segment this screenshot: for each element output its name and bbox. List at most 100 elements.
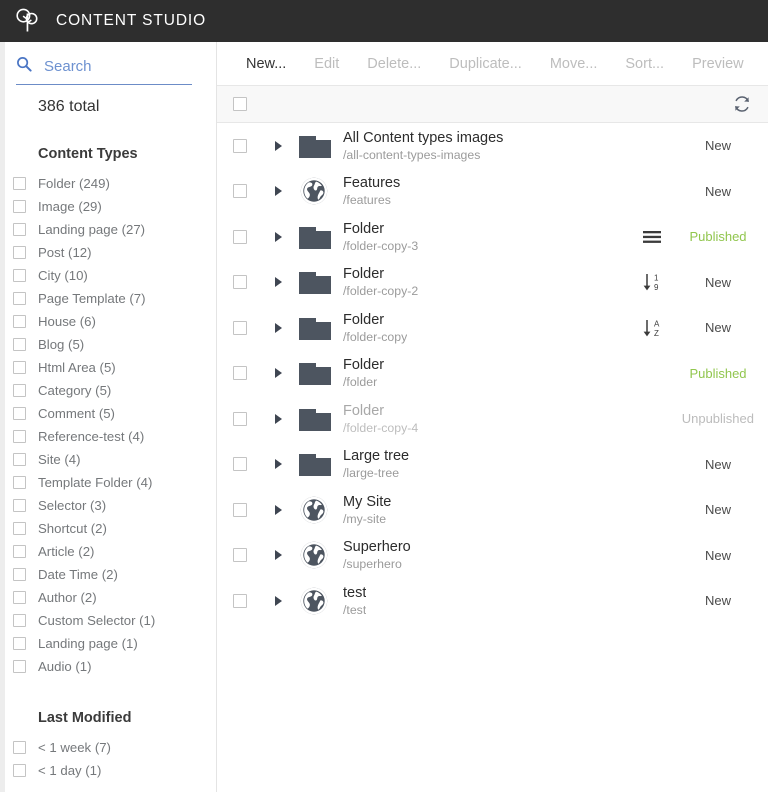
facet-checkbox[interactable] — [13, 430, 26, 443]
row-path: /all-content-types-images — [343, 147, 481, 162]
tree-logo-icon — [10, 4, 44, 38]
facet-checkbox[interactable] — [13, 200, 26, 213]
facet-checkbox[interactable] — [13, 741, 26, 754]
row-order-icon[interactable]: AZ — [642, 318, 664, 338]
row-checkbox[interactable] — [233, 366, 247, 381]
row-checkbox[interactable] — [233, 502, 247, 517]
content-type-filter-7[interactable]: Blog (5) — [0, 333, 216, 356]
content-row[interactable]: Folder/folder-copy-3 Published — [217, 214, 768, 260]
facet-checkbox[interactable] — [13, 315, 26, 328]
content-type-filter-2[interactable]: Landing page (27) — [0, 218, 216, 241]
row-checkbox[interactable] — [233, 457, 247, 472]
sidebar-scrollbar[interactable] — [0, 42, 5, 792]
content-type-filter-5[interactable]: Page Template (7) — [0, 287, 216, 310]
content-list: All Content types images/all-content-typ… — [217, 123, 768, 792]
facet-checkbox[interactable] — [13, 453, 26, 466]
expand-arrow-icon[interactable] — [275, 413, 282, 424]
content-type-filter-8[interactable]: Html Area (5) — [0, 356, 216, 379]
facet-checkbox[interactable] — [13, 764, 26, 777]
content-row[interactable]: Folder/folder Published — [217, 351, 768, 397]
content-row[interactable]: Folder/folder-copy-2 1 9 New — [217, 260, 768, 306]
facet-checkbox[interactable] — [13, 568, 26, 581]
content-type-filter-18[interactable]: Author (2) — [0, 586, 216, 609]
facet-label: Landing page (27) — [38, 222, 146, 237]
content-row[interactable]: Superhero/superhero New — [217, 533, 768, 579]
refresh-button[interactable] — [730, 92, 754, 116]
content-row[interactable]: test/test New — [217, 578, 768, 624]
facet-checkbox[interactable] — [13, 591, 26, 604]
select-all-checkbox[interactable] — [233, 97, 247, 111]
facet-checkbox[interactable] — [13, 338, 26, 351]
folder-icon — [299, 317, 331, 340]
content-type-filter-6[interactable]: House (6) — [0, 310, 216, 333]
row-checkbox[interactable] — [233, 320, 247, 335]
row-order-icon[interactable]: 19 — [642, 272, 664, 292]
expand-arrow-icon[interactable] — [275, 140, 282, 151]
expand-arrow-icon[interactable] — [275, 368, 282, 379]
facet-checkbox[interactable] — [13, 614, 26, 627]
row-path: /my-site — [343, 511, 387, 526]
content-type-filter-15[interactable]: Shortcut (2) — [0, 517, 216, 540]
content-row[interactable]: Large tree/large-tree New — [217, 442, 768, 488]
row-order-icon[interactable] — [642, 229, 664, 245]
content-row[interactable]: Features/features New — [217, 169, 768, 215]
facet-checkbox[interactable] — [13, 384, 26, 397]
content-type-filter-1[interactable]: Image (29) — [0, 195, 216, 218]
content-type-filter-3[interactable]: Post (12) — [0, 241, 216, 264]
row-checkbox[interactable] — [233, 138, 247, 153]
facet-checkbox[interactable] — [13, 246, 26, 259]
facet-checkbox[interactable] — [13, 269, 26, 282]
expand-arrow-icon[interactable] — [275, 322, 282, 333]
last-modified-filter-1[interactable]: < 1 day (1) — [0, 759, 216, 782]
content-type-filter-21[interactable]: Audio (1) — [0, 655, 216, 678]
search-input[interactable] — [44, 58, 174, 75]
facet-checkbox[interactable] — [13, 476, 26, 489]
facet-checkbox[interactable] — [13, 637, 26, 650]
content-type-filter-14[interactable]: Selector (3) — [0, 494, 216, 517]
facet-checkbox[interactable] — [13, 545, 26, 558]
facet-checkbox[interactable] — [13, 292, 26, 305]
facet-checkbox[interactable] — [13, 660, 26, 673]
content-row[interactable]: My Site/my-site New — [217, 487, 768, 533]
expand-arrow-icon[interactable] — [275, 459, 282, 470]
expand-arrow-icon[interactable] — [275, 504, 282, 515]
expand-arrow-icon[interactable] — [275, 277, 282, 288]
content-type-filter-0[interactable]: Folder (249) — [0, 172, 216, 195]
content-type-filter-19[interactable]: Custom Selector (1) — [0, 609, 216, 632]
facet-checkbox[interactable] — [13, 177, 26, 190]
row-checkbox[interactable] — [233, 548, 247, 563]
row-checkbox[interactable] — [233, 593, 247, 608]
content-type-filter-20[interactable]: Landing page (1) — [0, 632, 216, 655]
content-type-filter-12[interactable]: Site (4) — [0, 448, 216, 471]
facet-checkbox[interactable] — [13, 361, 26, 374]
content-row[interactable]: Folder/folder-copy-4 Unpublished — [217, 396, 768, 442]
content-type-filter-10[interactable]: Comment (5) — [0, 402, 216, 425]
search-bar[interactable] — [16, 56, 192, 85]
expand-arrow-icon[interactable] — [275, 550, 282, 561]
row-checkbox[interactable] — [233, 229, 247, 244]
content-row[interactable]: All Content types images/all-content-typ… — [217, 123, 768, 169]
content-type-filter-16[interactable]: Article (2) — [0, 540, 216, 563]
facet-label: Template Folder (4) — [38, 475, 153, 490]
content-row[interactable]: Folder/folder-copy A Z New — [217, 305, 768, 351]
facet-checkbox[interactable] — [13, 499, 26, 512]
row-checkbox[interactable] — [233, 275, 247, 290]
toolbar-button-new[interactable]: New... — [232, 56, 300, 72]
expand-arrow-icon[interactable] — [275, 186, 282, 197]
facet-checkbox[interactable] — [13, 522, 26, 535]
toolbar-button-preview: Preview — [678, 56, 758, 72]
content-type-filter-4[interactable]: City (10) — [0, 264, 216, 287]
expand-arrow-icon[interactable] — [275, 231, 282, 242]
facet-checkbox[interactable] — [13, 407, 26, 420]
toolbar-button-delete: Delete... — [353, 56, 435, 72]
content-type-filter-11[interactable]: Reference-test (4) — [0, 425, 216, 448]
row-checkbox[interactable] — [233, 184, 247, 199]
row-checkbox[interactable] — [233, 411, 247, 426]
content-type-filter-13[interactable]: Template Folder (4) — [0, 471, 216, 494]
expand-arrow-icon[interactable] — [275, 595, 282, 606]
facet-checkbox[interactable] — [13, 223, 26, 236]
facet-label: Audio (1) — [38, 659, 92, 674]
content-type-filter-9[interactable]: Category (5) — [0, 379, 216, 402]
last-modified-filter-0[interactable]: < 1 week (7) — [0, 736, 216, 759]
content-type-filter-17[interactable]: Date Time (2) — [0, 563, 216, 586]
